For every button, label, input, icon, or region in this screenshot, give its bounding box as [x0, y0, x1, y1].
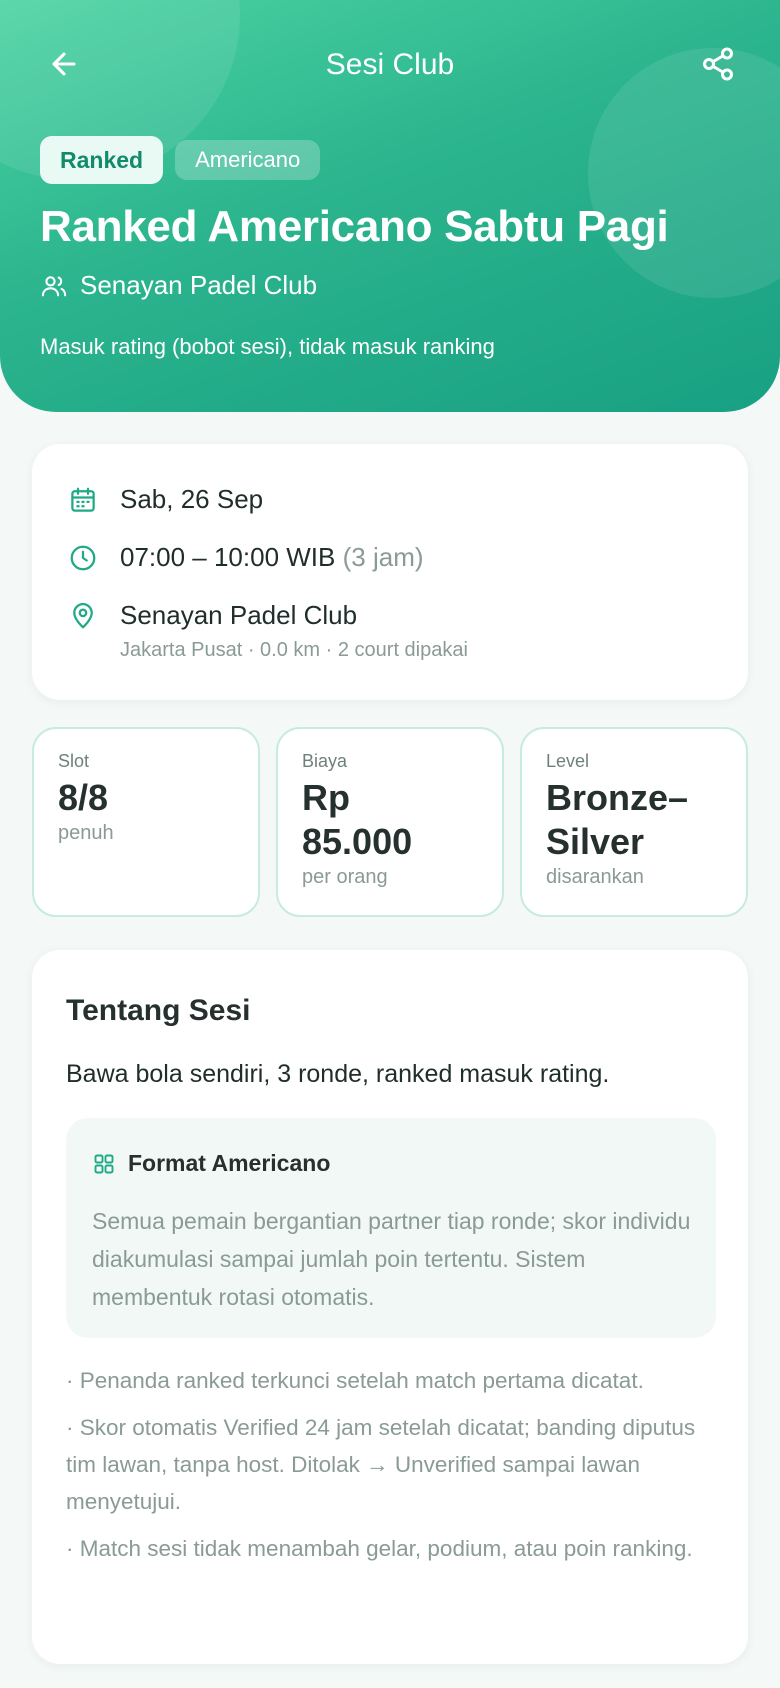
session-title: Ranked Americano Sabtu Pagi	[40, 202, 669, 251]
about-card: Tentang Sesi Bawa bola sendiri, 3 ronde,…	[32, 950, 748, 1664]
format-heading: Format Americano	[92, 1150, 330, 1177]
cost-sub: per orang	[302, 866, 388, 888]
level-value: Bronze– Silver	[546, 776, 722, 864]
rating-note: Masuk rating (bobot sesi), tidak masuk r…	[40, 334, 495, 359]
ranked-badge: Ranked	[40, 136, 164, 184]
slot-label: Slot	[58, 751, 90, 771]
cost-stat: Biaya Rp 85.000 per orang	[276, 727, 504, 917]
about-description: Bawa bola sendiri, 3 ronde, ranked masuk…	[66, 1060, 610, 1088]
time-row: 07:00 – 10:00 WIB (3 jam)	[68, 542, 424, 573]
format-description: Semua pemain bergantian partner tiap ron…	[92, 1208, 691, 1310]
slot-stat: Slot 8/8 penuh	[32, 727, 260, 917]
grid-icon	[94, 1154, 114, 1173]
date-row: Sab, 26 Sep	[68, 484, 263, 515]
session-info-card: Sab, 26 Sep 07:00 – 10:00 WIB (3 jam) Se…	[32, 444, 748, 700]
cost-value: Rp 85.000	[302, 776, 478, 864]
clock-icon	[70, 545, 96, 571]
club-name: Senayan Padel Club	[80, 270, 318, 300]
note-item: · Match sesi tidak menambah gelar, podiu…	[66, 1536, 693, 1561]
session-time: 07:00 – 10:00 WIB	[120, 542, 336, 572]
note-item: · Penanda ranked terkunci setelah match …	[66, 1368, 644, 1393]
share-button[interactable]	[690, 36, 746, 92]
cost-label: Biaya	[302, 751, 348, 771]
format-info-box: Format Americano Semua pemain bergantian…	[66, 1118, 716, 1338]
level-value-line1: Bronze–	[546, 777, 689, 818]
venue-detail: Jakarta Pusat · 0.0 km · 2 court dipakai	[120, 639, 468, 661]
session-header: Sesi Club Ranked Americano Ranked Americ…	[0, 0, 780, 412]
level-value-line2: Silver	[546, 821, 645, 862]
about-title: Tentang Sesi	[66, 994, 251, 1027]
map-pin-icon	[73, 603, 93, 629]
calendar-icon	[71, 487, 95, 512]
note-item: · Skor otomatis Verified 24 jam setelah …	[66, 1415, 696, 1514]
level-stat: Level Bronze– Silver disarankan	[520, 727, 748, 917]
page-title: Sesi Club	[325, 48, 455, 81]
club-link[interactable]: Senayan Padel Club	[40, 270, 317, 301]
session-duration: (3 jam)	[342, 542, 424, 572]
venue-block: Senayan Padel Club Jakarta Pusat · 0.0 k…	[120, 600, 468, 662]
session-date: Sab, 26 Sep	[120, 484, 264, 514]
session-time-line: 07:00 – 10:00 WIB (3 jam)	[120, 542, 424, 573]
venue-row[interactable]: Senayan Padel Club Jakarta Pusat · 0.0 k…	[68, 600, 468, 662]
level-label: Level	[546, 751, 590, 771]
rules-notes: · Penanda ranked terkunci setelah match …	[66, 1362, 716, 1577]
level-sub: disarankan	[546, 866, 644, 888]
slot-sub: penuh	[58, 822, 114, 844]
format-title: Format Americano	[128, 1150, 331, 1176]
users-icon	[41, 275, 67, 296]
top-bar: Sesi Club	[0, 36, 780, 92]
venue-name: Senayan Padel Club	[120, 600, 358, 630]
cost-currency: Rp	[302, 777, 350, 818]
share-icon	[703, 47, 733, 81]
cost-amount: 85.000	[302, 821, 413, 862]
badge-row: Ranked Americano	[40, 136, 321, 184]
slot-value: 8/8	[58, 777, 109, 818]
format-badge: Americano	[175, 140, 321, 180]
